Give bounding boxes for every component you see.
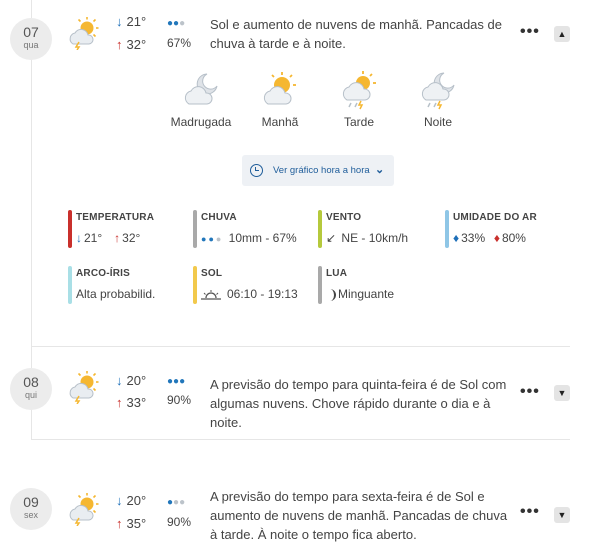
day-number: 07 (23, 24, 39, 40)
day-separator (32, 439, 570, 440)
sun-cloud-icon (263, 72, 296, 105)
detail-title: UMIDADE DO AR (453, 212, 537, 223)
humidity-color-bar (445, 210, 449, 248)
rain-drops-icon: ●●● (201, 234, 222, 244)
min-temp: ↓ 21° (116, 14, 147, 29)
humidity-drop-icon: ♦ (453, 231, 460, 245)
wind-color-bar (318, 210, 322, 248)
detail-title: VENTO (326, 212, 362, 223)
arrow-up-icon: ↑ (116, 516, 123, 531)
period-noite (398, 70, 478, 110)
detail-temperature: TEMPERATURA ↓ 21° ↑ 32° (68, 210, 155, 248)
max-temp: ↑ 35° (116, 516, 147, 531)
clock-icon (250, 164, 263, 177)
detail-title: CHUVA (201, 212, 237, 223)
detail-value: Alta probabilid. (76, 287, 156, 301)
day-row-08[interactable]: 08 qui ↓ 20° ↑ 33° ●●● 90% A previsão do t… (0, 366, 589, 430)
sun-cloud-lightning-icon (69, 371, 99, 404)
detail-value: ● ● ● 10mm - 67% (201, 231, 297, 245)
detail-value: ↙ NE - 10km/h (326, 231, 409, 245)
temperature-color-bar (68, 210, 72, 248)
arrow-down-icon: ↓ (116, 493, 123, 508)
detail-value: ♦ 33% ♦ 80% (453, 231, 526, 245)
humidity-drop-icon: ♦ (493, 231, 500, 245)
min-temp: ↓ 20° (116, 493, 147, 508)
moon-cloud-icon (184, 73, 218, 105)
sunrise-icon (201, 289, 221, 300)
precip-chance: 67% (167, 36, 192, 50)
chevron-down-icon: ⌄ (375, 164, 385, 176)
moon-phase-icon (330, 288, 336, 301)
arrow-down-icon: ↓ (116, 373, 123, 388)
more-options-button[interactable]: ••• (520, 383, 540, 401)
day-number: 08 (23, 374, 39, 390)
day-badge: 07 qua (10, 18, 52, 60)
expand-toggle-button[interactable]: ▼ (554, 507, 570, 523)
arrow-up-icon: ↑ (116, 37, 123, 52)
detail-wind: VENTO ↙ NE - 10km/h (318, 210, 410, 248)
hourly-chart-button[interactable]: Ver gráfico hora a hora ⌄ (242, 155, 394, 186)
day-description: Sol e aumento de nuvens de manhã. Pancad… (210, 17, 502, 51)
precip-chance: 90% (167, 393, 192, 407)
day-badge: 08 qui (10, 368, 52, 410)
detail-value: 06:10 - 19:13 (201, 287, 300, 301)
day-badge: 09 sex (10, 488, 52, 530)
period-label-madrugada: Madrugada (170, 115, 232, 129)
expand-toggle-button[interactable]: ▼ (554, 385, 570, 401)
detail-rainbow: ARCO-ÍRIS Alta probabilid. (68, 266, 156, 304)
detail-title: ARCO-ÍRIS (76, 268, 131, 279)
period-tarde (319, 70, 399, 110)
wind-direction-icon: ↙ (326, 231, 337, 245)
min-temp: ↓ 20° (116, 373, 147, 388)
detail-moon: LUA Minguante (318, 266, 396, 304)
day-separator (32, 346, 570, 347)
detail-title: LUA (326, 268, 348, 279)
arrow-down-icon: ↓ (116, 14, 123, 29)
moon-cloud-rain-icon (421, 72, 455, 110)
arrow-down-icon: ↓ (76, 231, 82, 245)
day-number: 09 (23, 494, 39, 510)
precip-chance: 90% (167, 515, 192, 529)
day-weekday: sex (23, 510, 38, 520)
sun-cloud-rain-icon (342, 71, 376, 110)
moon-color-bar (318, 266, 322, 304)
max-temp: ↑ 32° (116, 37, 147, 52)
detail-value: Minguante (326, 287, 396, 301)
sun-color-bar (193, 266, 197, 304)
detail-sun: SOL 06:10 - 19:13 (193, 266, 300, 304)
rainbow-color-bar (68, 266, 72, 304)
collapse-toggle-button[interactable]: ▲ (554, 26, 570, 42)
arrow-up-icon: ↑ (114, 231, 121, 245)
day-weekday: qua (23, 40, 39, 50)
detail-humidity: UMIDADE DO AR ♦ 33% ♦ 80% (445, 210, 537, 248)
detail-value: ↓ 21° ↑ 32° (76, 231, 141, 245)
day-row-07[interactable]: 07 qua ↓ 21° ↑ 32° ●●● 67% Sol e aumento d… (0, 8, 589, 68)
day-description: A previsão do tempo para quinta-feira é … (210, 377, 507, 430)
period-label-noite: Noite (423, 115, 452, 129)
period-label-tarde: Tarde (343, 115, 375, 129)
period-label-manha: Manhã (261, 115, 299, 129)
rain-drops-icon: ●●● (167, 376, 186, 387)
rain-drops-icon: ●●● (167, 497, 186, 508)
rain-color-bar (193, 210, 197, 248)
more-options-button[interactable]: ••• (520, 503, 540, 521)
more-options-button[interactable]: ••• (520, 23, 540, 41)
detail-rain: CHUVA ● ● ● 10mm - 67% (193, 210, 299, 248)
day-weekday: qui (24, 390, 37, 400)
sun-cloud-lightning-icon (69, 493, 99, 526)
rain-drops-icon: ●●● (167, 18, 186, 29)
period-madrugada (161, 70, 241, 110)
period-manha (240, 70, 320, 110)
hourly-chart-label: Ver gráfico hora a hora (273, 165, 370, 176)
detail-title: TEMPERATURA (76, 212, 155, 223)
detail-title: SOL (201, 268, 223, 279)
arrow-up-icon: ↑ (116, 395, 123, 410)
day-row-09[interactable]: 09 sex ↓ 20° ↑ 35° ●●● 90% A previsão do t… (0, 484, 589, 542)
max-temp: ↑ 33° (116, 395, 147, 410)
day-description: A previsão do tempo para sexta-feira é d… (210, 489, 508, 542)
sun-cloud-lightning-icon (69, 17, 99, 50)
